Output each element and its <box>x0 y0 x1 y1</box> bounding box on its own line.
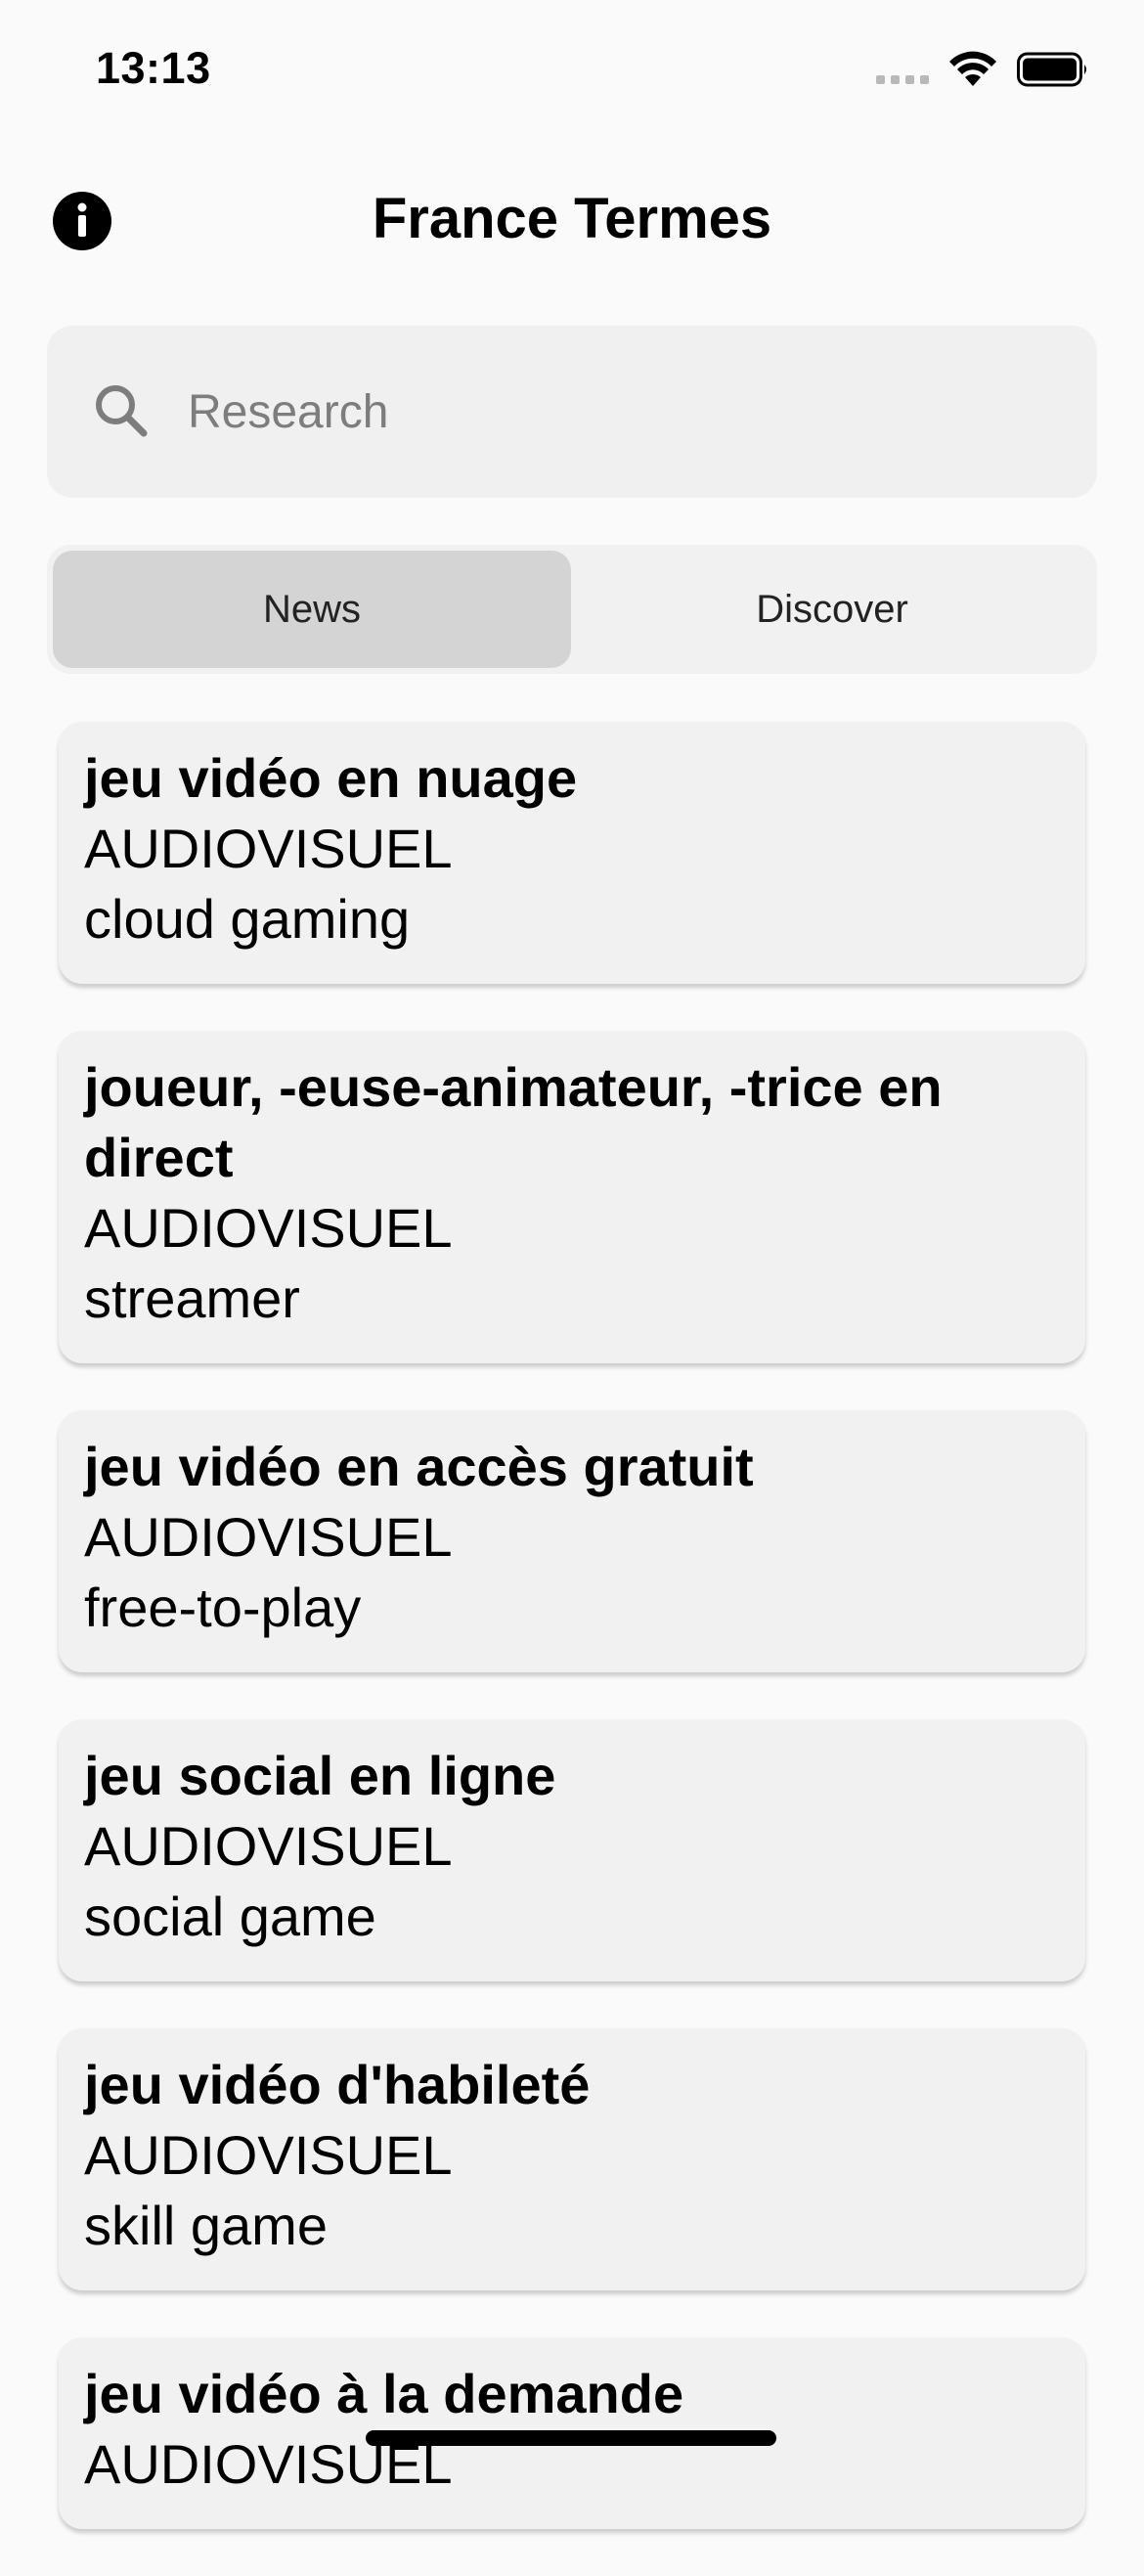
home-indicator[interactable] <box>366 2430 776 2446</box>
segmented-control: News Discover <box>47 545 1097 674</box>
page-title: France Termes <box>372 187 772 250</box>
status-bar: 13:13 <box>0 0 1144 147</box>
term-english: social game <box>84 1886 376 1947</box>
search-input[interactable] <box>186 383 1050 440</box>
term-title: jeu vidéo à la demande <box>84 2363 684 2424</box>
tab-discover[interactable]: Discover <box>573 551 1091 668</box>
term-title: jeu social en ligne <box>84 1745 556 1806</box>
term-card[interactable]: jeu vidéo d'habileté AUDIOVISUEL skill g… <box>59 2028 1085 2290</box>
term-card[interactable]: jeu vidéo en nuage AUDIOVISUEL cloud gam… <box>59 722 1085 984</box>
search-bar[interactable] <box>47 326 1097 498</box>
wifi-icon <box>949 51 996 86</box>
term-title: jeu vidéo en nuage <box>84 747 578 809</box>
term-card[interactable]: jeu vidéo en accès gratuit AUDIOVISUEL f… <box>59 1410 1085 1672</box>
term-title: jeu vidéo en accès gratuit <box>84 1436 754 1497</box>
status-time: 13:13 <box>96 43 211 93</box>
term-title: jeu vidéo d'habileté <box>84 2054 591 2115</box>
term-list: jeu vidéo en nuage AUDIOVISUEL cloud gam… <box>59 722 1085 2576</box>
term-english: skill game <box>84 2195 328 2256</box>
term-card[interactable]: joueur, -euse-animateur, -trice en direc… <box>59 1031 1085 1363</box>
tab-news[interactable]: News <box>53 551 571 668</box>
search-icon <box>96 385 148 437</box>
term-domain: AUDIOVISUEL <box>84 1197 453 1259</box>
term-english: free-to-play <box>84 1577 362 1638</box>
status-icons <box>876 51 1089 88</box>
term-english: streamer <box>84 1267 300 1329</box>
battery-icon <box>1017 52 1086 87</box>
cellular-signal-icon <box>876 74 929 84</box>
term-english: cloud gaming <box>84 888 411 950</box>
term-domain: AUDIOVISUEL <box>84 2124 453 2186</box>
header: France Termes <box>0 166 1144 274</box>
term-domain: AUDIOVISUEL <box>84 1815 453 1877</box>
term-card[interactable]: jeu social en ligne AUDIOVISUEL social g… <box>59 1719 1085 1981</box>
term-domain: AUDIOVISUEL <box>84 1506 453 1568</box>
term-domain: AUDIOVISUEL <box>84 818 453 879</box>
term-title: joueur, -euse-animateur, -trice en direc… <box>84 1056 943 1188</box>
